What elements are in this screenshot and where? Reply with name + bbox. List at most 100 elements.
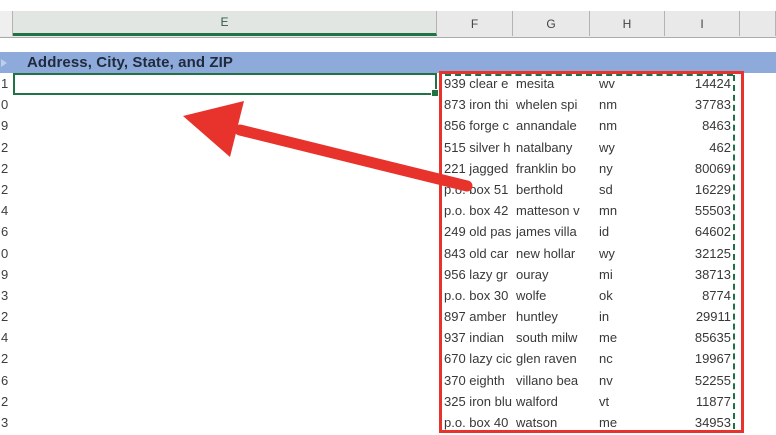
data-grid: 1 939 clear e mesita wv 14424 0 873 iron… <box>0 73 776 435</box>
row-number-partial: 0 <box>1 97 9 113</box>
state-cell[interactable]: nm <box>599 94 659 115</box>
table-row: 2 221 jagged franklin bo ny 80069 <box>0 158 776 179</box>
zip-cell[interactable]: 37783 <box>660 94 731 115</box>
zip-cell[interactable]: 14424 <box>660 73 731 94</box>
zip-cell[interactable]: 38713 <box>660 264 731 285</box>
state-cell[interactable]: vt <box>599 391 659 412</box>
row-number-partial: 2 <box>1 393 9 409</box>
state-cell[interactable]: in <box>599 306 659 327</box>
table-row: 3 p.o. box 40 watson me 34953 <box>0 412 776 433</box>
cropped-cell-triangle-icon <box>1 59 7 67</box>
address-cell[interactable]: p.o. box 51 <box>444 179 514 200</box>
selected-cell-e[interactable] <box>13 73 439 97</box>
row-number-partial: 6 <box>1 224 9 240</box>
zip-cell[interactable]: 8774 <box>660 285 731 306</box>
city-cell[interactable]: watson <box>516 412 596 433</box>
state-cell[interactable]: wy <box>599 137 659 158</box>
table-row: 6 370 eighth villano bea nv 52255 <box>0 370 776 391</box>
table-row: 0 873 iron thi whelen spi nm 37783 <box>0 94 776 115</box>
zip-cell[interactable]: 52255 <box>660 370 731 391</box>
city-cell[interactable]: james villa <box>516 221 596 242</box>
column-header-H[interactable]: H <box>590 11 665 36</box>
row-number-partial: 3 <box>1 414 9 430</box>
state-cell[interactable]: me <box>599 412 659 433</box>
city-cell[interactable]: wolfe <box>516 285 596 306</box>
column-header-partial[interactable] <box>0 11 13 36</box>
address-cell[interactable]: 897 amber <box>444 306 514 327</box>
address-cell[interactable]: 937 indian <box>444 327 514 348</box>
city-cell[interactable]: natalbany <box>516 137 596 158</box>
zip-cell[interactable]: 8463 <box>660 115 731 136</box>
zip-cell[interactable]: 16229 <box>660 179 731 200</box>
city-cell[interactable]: franklin bo <box>516 158 596 179</box>
city-cell[interactable]: south milw <box>516 327 596 348</box>
state-cell[interactable]: wy <box>599 242 659 263</box>
column-header-bar: EFGHI <box>0 11 776 38</box>
address-cell[interactable]: 370 eighth <box>444 370 514 391</box>
state-cell[interactable]: nv <box>599 370 659 391</box>
row-number-partial: 2 <box>1 139 9 155</box>
row-number-partial: 0 <box>1 245 9 261</box>
zip-cell[interactable]: 80069 <box>660 158 731 179</box>
row-number-partial: 4 <box>1 203 9 219</box>
city-cell[interactable]: mesita <box>516 73 596 94</box>
merged-header-cell[interactable]: Address, City, State, and ZIP <box>0 52 776 73</box>
state-cell[interactable]: nc <box>599 348 659 369</box>
state-cell[interactable]: me <box>599 327 659 348</box>
zip-cell[interactable]: 11877 <box>660 391 731 412</box>
address-cell[interactable]: 249 old pas <box>444 221 514 242</box>
address-cell[interactable]: 670 lazy cic <box>444 348 514 369</box>
state-cell[interactable]: nm <box>599 115 659 136</box>
address-cell[interactable]: p.o. box 42 <box>444 200 514 221</box>
address-cell[interactable]: 939 clear e <box>444 73 514 94</box>
address-cell[interactable]: 956 lazy gr <box>444 264 514 285</box>
city-cell[interactable]: glen raven <box>516 348 596 369</box>
column-header-E[interactable]: E <box>13 11 437 36</box>
zip-cell[interactable]: 32125 <box>660 242 731 263</box>
address-cell[interactable]: 856 forge c <box>444 115 514 136</box>
column-header-I[interactable]: I <box>665 11 740 36</box>
table-row: 2 897 amber huntley in 29911 <box>0 306 776 327</box>
row-number-partial: 1 <box>1 76 9 92</box>
table-row: 2 515 silver h natalbany wy 462 <box>0 137 776 158</box>
column-header-partial[interactable] <box>740 11 776 36</box>
fill-handle[interactable] <box>431 89 439 97</box>
state-cell[interactable]: wv <box>599 73 659 94</box>
state-cell[interactable]: id <box>599 221 659 242</box>
column-header-F[interactable]: F <box>437 11 513 36</box>
zip-cell[interactable]: 85635 <box>660 327 731 348</box>
city-cell[interactable]: whelen spi <box>516 94 596 115</box>
zip-cell[interactable]: 55503 <box>660 200 731 221</box>
city-cell[interactable]: matteson v <box>516 200 596 221</box>
state-cell[interactable]: ny <box>599 158 659 179</box>
address-cell[interactable]: 843 old car <box>444 242 514 263</box>
state-cell[interactable]: ok <box>599 285 659 306</box>
state-cell[interactable]: mn <box>599 200 659 221</box>
address-cell[interactable]: p.o. box 30 <box>444 285 514 306</box>
city-cell[interactable]: villano bea <box>516 370 596 391</box>
state-cell[interactable]: mi <box>599 264 659 285</box>
zip-cell[interactable]: 34953 <box>660 412 731 433</box>
address-cell[interactable]: p.o. box 40 <box>444 412 514 433</box>
address-cell[interactable]: 221 jagged <box>444 158 514 179</box>
zip-cell[interactable]: 19967 <box>660 348 731 369</box>
state-cell[interactable]: sd <box>599 179 659 200</box>
city-cell[interactable]: ouray <box>516 264 596 285</box>
row-number-partial: 4 <box>1 330 9 346</box>
column-header-G[interactable]: G <box>513 11 590 36</box>
zip-cell[interactable]: 462 <box>660 137 731 158</box>
city-cell[interactable]: annandale <box>516 115 596 136</box>
address-cell[interactable]: 515 silver h <box>444 137 514 158</box>
city-cell[interactable]: walford <box>516 391 596 412</box>
city-cell[interactable]: new hollar <box>516 242 596 263</box>
address-cell[interactable]: 873 iron thi <box>444 94 514 115</box>
table-row: 2 325 iron blu walford vt 11877 <box>0 391 776 412</box>
zip-cell[interactable]: 29911 <box>660 306 731 327</box>
zip-cell[interactable]: 64602 <box>660 221 731 242</box>
row-number-partial: 6 <box>1 372 9 388</box>
city-cell[interactable]: berthold <box>516 179 596 200</box>
spreadsheet-screenshot: EFGHI Address, City, State, and ZIP 1 93… <box>0 0 776 435</box>
city-cell[interactable]: huntley <box>516 306 596 327</box>
table-row: 9 956 lazy gr ouray mi 38713 <box>0 264 776 285</box>
address-cell[interactable]: 325 iron blu <box>444 391 514 412</box>
